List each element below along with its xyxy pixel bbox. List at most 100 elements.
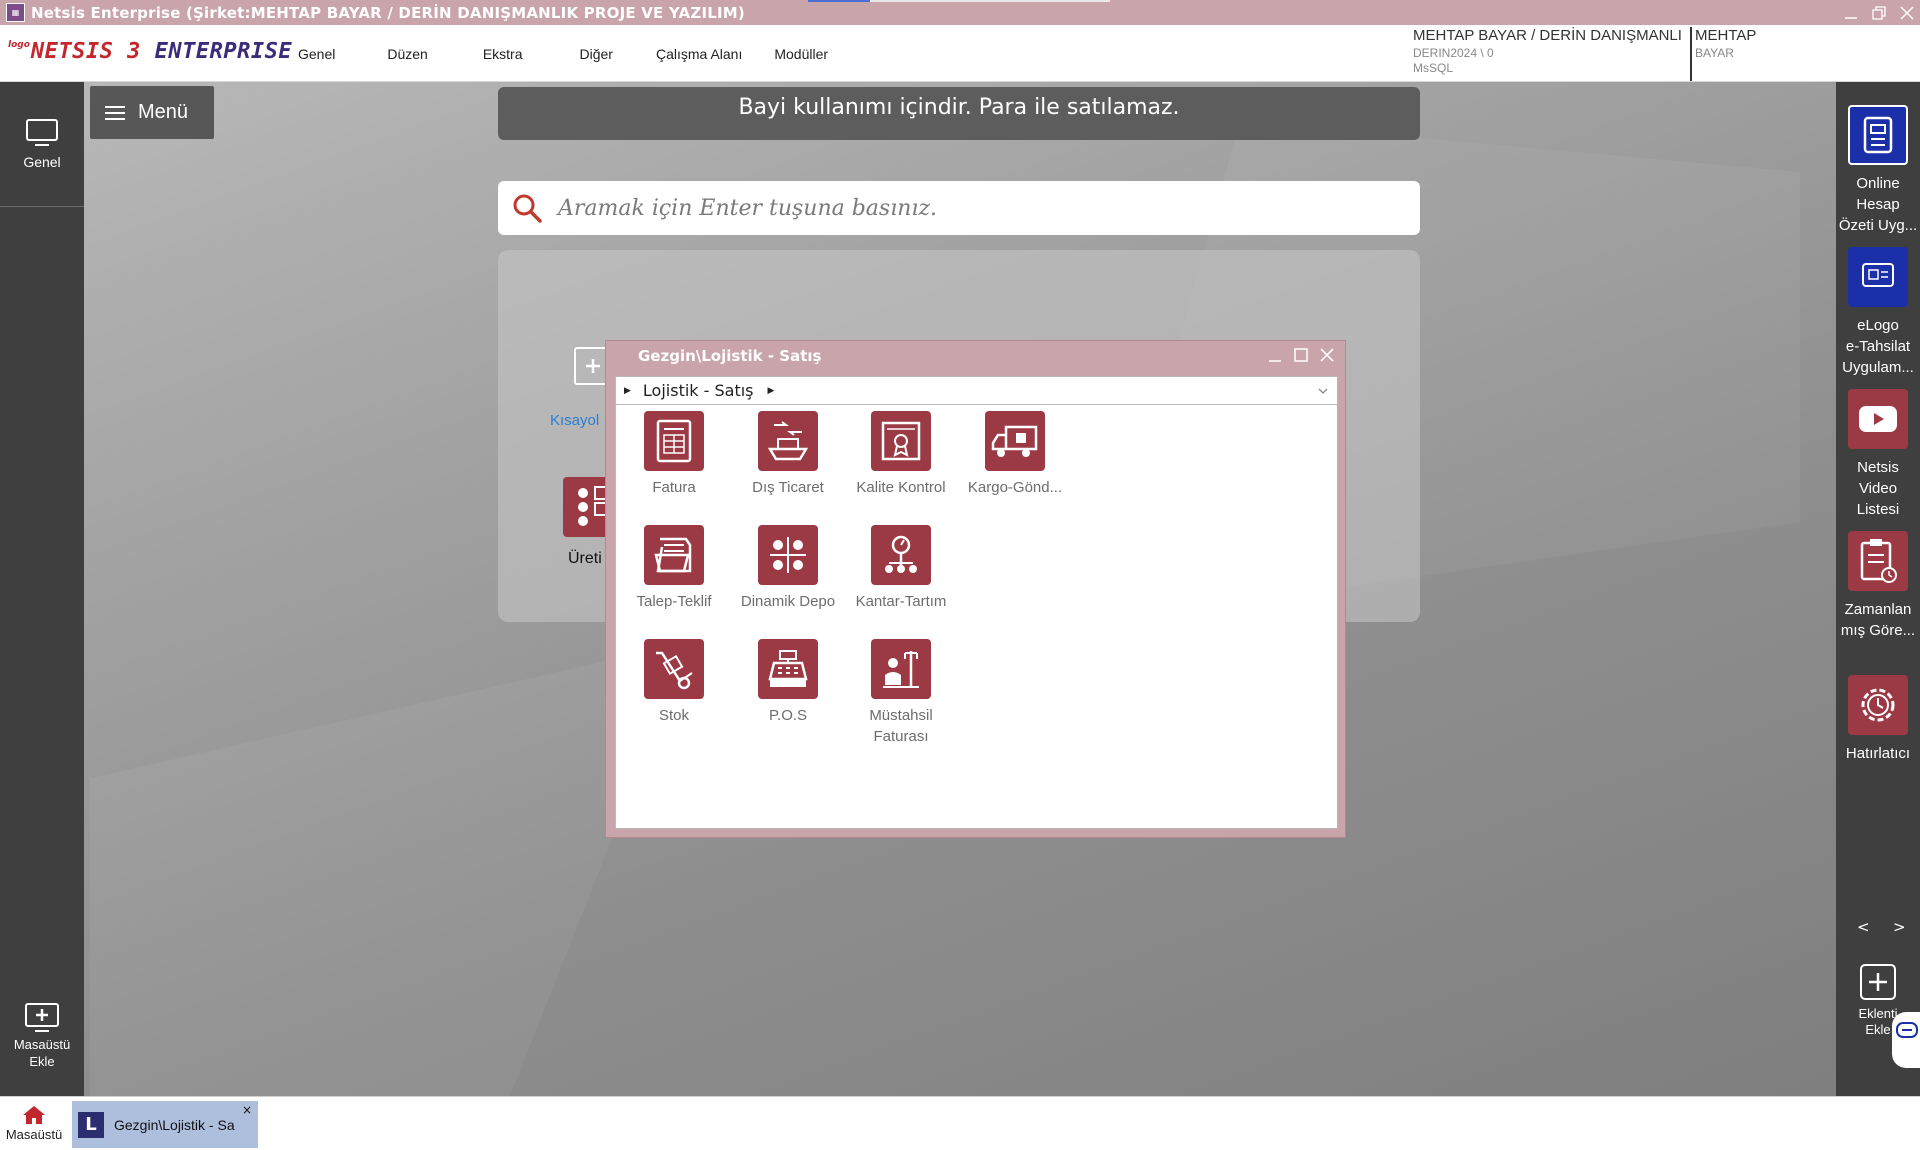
breadcrumb-item[interactable]: Lojistik - Satış	[643, 381, 754, 400]
add-desktop-button[interactable]: Masaüstü Ekle	[0, 1002, 84, 1070]
right-bar-prev-button[interactable]: <	[1857, 918, 1870, 936]
logistics-app-icon: L	[78, 1111, 104, 1138]
breadcrumb-arrow-icon[interactable]: ▶	[624, 386, 631, 396]
hamburger-icon	[105, 105, 125, 120]
rb-label: Hatırlatıcı	[1845, 745, 1911, 762]
farmer-icon	[871, 639, 931, 699]
tile-fatura[interactable]: Fatura	[619, 411, 729, 498]
tile-stok[interactable]: Stok	[619, 639, 729, 726]
warehouse-grid-icon	[758, 525, 818, 585]
app-icon-letter: L	[85, 1114, 97, 1135]
right-sidebar: Online Hesap Özeti Uyg... eLogo e-Tahsil…	[1836, 82, 1920, 1096]
user-info: MEHTAP BAYAR	[1690, 27, 1756, 81]
tile-label: Kantar-Tartım	[855, 593, 947, 610]
rb-label: eLogo	[1857, 317, 1899, 334]
menu-calisma-alani[interactable]: Çalışma Alanı	[656, 46, 742, 62]
right-bar-next-button[interactable]: >	[1893, 918, 1906, 936]
add-desktop-label-1: Masaüstü	[13, 1037, 71, 1052]
logo-enterprise: ENTERPRISE	[154, 39, 293, 64]
database-name: DERIN2024 \ 0	[1413, 46, 1494, 60]
plus-square-icon	[1860, 964, 1896, 1000]
rb-label: Hesap	[1856, 196, 1900, 213]
ship-icon	[758, 411, 818, 471]
menu-genel[interactable]: Genel	[298, 46, 335, 62]
company-info: MEHTAP BAYAR / DERİN DANIŞMANLI DERIN202…	[1413, 27, 1682, 75]
close-icon[interactable]	[1900, 5, 1914, 20]
logo-main-text: NETSIS 3 ENTERPRISE	[31, 39, 292, 64]
rb-label: Netsis	[1857, 459, 1899, 476]
taskbar-desktop-button[interactable]: Masaüstü	[0, 1105, 68, 1142]
minimize-icon[interactable]	[1844, 6, 1858, 20]
restore-icon[interactable]	[1872, 5, 1886, 20]
chat-icon	[1896, 1022, 1918, 1038]
tile-label: Dış Ticaret	[752, 479, 824, 496]
rb-label: Zamanlan	[1844, 601, 1912, 618]
scheduled-tasks-button[interactable]: Zamanlan mış Göre...	[1836, 531, 1920, 641]
chat-tab[interactable]	[1892, 1012, 1920, 1068]
background-facet	[90, 642, 690, 1096]
user-name: MEHTAP	[1695, 27, 1757, 44]
rb-label: e-Tahsilat	[1845, 338, 1911, 355]
online-account-summary-button[interactable]: Online Hesap Özeti Uyg...	[1836, 105, 1920, 236]
tile-label: Kalite Kontrol	[856, 479, 946, 496]
menu-button[interactable]: Menü	[90, 86, 214, 139]
taskbar: Masaüstü L Gezgin\Lojistik - Sa ×	[0, 1096, 1920, 1150]
tile-talep-teklif[interactable]: Talep-Teklif	[619, 525, 729, 612]
menu-diger[interactable]: Diğer	[580, 46, 613, 62]
add-monitor-icon	[25, 1003, 59, 1032]
shortcut-label[interactable]: Kısayol	[550, 412, 599, 429]
taskbar-tab-close-icon[interactable]: ×	[242, 1103, 252, 1117]
netsis-video-list-button[interactable]: Netsis Video Listesi	[1836, 389, 1920, 520]
search-bar[interactable]: Aramak için Enter tuşuna basınız.	[498, 181, 1420, 235]
taskbar-window-tab[interactable]: L Gezgin\Lojistik - Sa ×	[72, 1101, 258, 1148]
add-desktop-label-2: Ekle	[29, 1054, 55, 1069]
tile-kantar-tartim[interactable]: Kantar-Tartım	[846, 525, 956, 612]
hand-truck-icon	[644, 639, 704, 699]
menu-moduller[interactable]: Modüller	[774, 46, 828, 62]
cash-register-icon	[758, 639, 818, 699]
document-icon	[1848, 105, 1908, 165]
explorer-window-title: Gezgin\Lojistik - Satış	[638, 347, 822, 365]
user-surname: BAYAR	[1695, 46, 1734, 60]
netsis-logo: logo NETSIS 3 ENTERPRISE	[8, 39, 292, 64]
rb-label: Video	[1858, 480, 1898, 497]
menu-ekstra[interactable]: Ekstra	[483, 46, 523, 62]
left-sidebar: Genel Masaüstü Ekle	[0, 82, 84, 1096]
tile-label: Dinamik Depo	[740, 593, 836, 610]
tile-kalite-kontrol[interactable]: Kalite Kontrol	[846, 411, 956, 498]
tile-label: Müstahsil	[869, 707, 933, 724]
server-type: MsSQL	[1413, 61, 1454, 75]
monitor-icon	[26, 119, 58, 146]
company-name: MEHTAP BAYAR / DERİN DANIŞMANLI	[1413, 27, 1682, 44]
app-icon: ▦	[6, 3, 25, 22]
title-highlight-mark	[808, 0, 870, 2]
tile-pos[interactable]: P.O.S	[733, 639, 843, 726]
truck-icon	[985, 411, 1045, 471]
window-maximize-icon[interactable]	[1293, 347, 1309, 363]
dealer-banner: Bayi kullanımı içindir. Para ile satılam…	[498, 87, 1420, 140]
desktop-area: Genel Masaüstü Ekle Menü Bayi kullanımı …	[0, 82, 1920, 1096]
app-header: logo NETSIS 3 ENTERPRISE Genel Düzen Eks…	[0, 25, 1920, 82]
title-bar: ▦ Netsis Enterprise (Şirket:MEHTAP BAYAR…	[0, 0, 1920, 25]
main-menu-bar: Genel Düzen Ekstra Diğer Çalışma Alanı M…	[280, 25, 828, 82]
logo-small-text: logo	[8, 40, 30, 50]
tile-mustahsil-faturasi[interactable]: Müstahsil Faturası	[846, 639, 956, 747]
explorer-body: ▶ Lojistik - Satış ▶ Fatura Dış Ticaret	[615, 376, 1338, 829]
menu-duzen[interactable]: Düzen	[387, 46, 427, 62]
sidebar-divider	[0, 206, 84, 207]
search-input[interactable]: Aramak için Enter tuşuna basınız.	[558, 196, 937, 221]
tile-dis-ticaret[interactable]: Dış Ticaret	[733, 411, 843, 498]
elogo-e-collection-button[interactable]: eLogo e-Tahsilat Uygulam...	[1836, 247, 1920, 378]
tile-kargo-gonderi[interactable]: Kargo-Gönd...	[960, 411, 1070, 498]
logo-netsis: NETSIS 3	[30, 39, 155, 64]
window-close-icon[interactable]	[1319, 347, 1335, 363]
chevron-down-icon[interactable]	[1315, 383, 1331, 399]
tile-label: Faturası	[873, 728, 929, 745]
tile-label: Talep-Teklif	[636, 593, 712, 610]
breadcrumb-arrow-icon[interactable]: ▶	[768, 386, 775, 396]
tile-dinamik-depo[interactable]: Dinamik Depo	[733, 525, 843, 612]
reminder-button[interactable]: Hatırlatıcı	[1836, 675, 1920, 764]
window-minimize-icon[interactable]	[1267, 347, 1283, 363]
production-label[interactable]: Üreti	[568, 550, 602, 568]
sidebar-item-genel[interactable]: Genel	[0, 118, 84, 170]
